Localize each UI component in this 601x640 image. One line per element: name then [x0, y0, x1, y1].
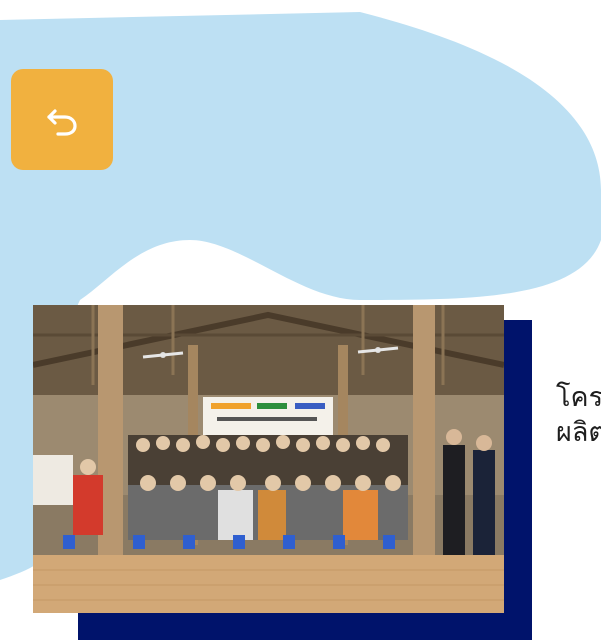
project-title-line-1: โครงการ	[556, 382, 601, 413]
project-title-line-2: ผลิตภัณฑ์	[556, 417, 601, 448]
back-button[interactable]	[11, 69, 113, 170]
project-title: โครงการ ผลิตภัณฑ์	[556, 380, 601, 450]
group-photo	[33, 305, 504, 613]
undo-arrow-icon	[47, 108, 77, 136]
